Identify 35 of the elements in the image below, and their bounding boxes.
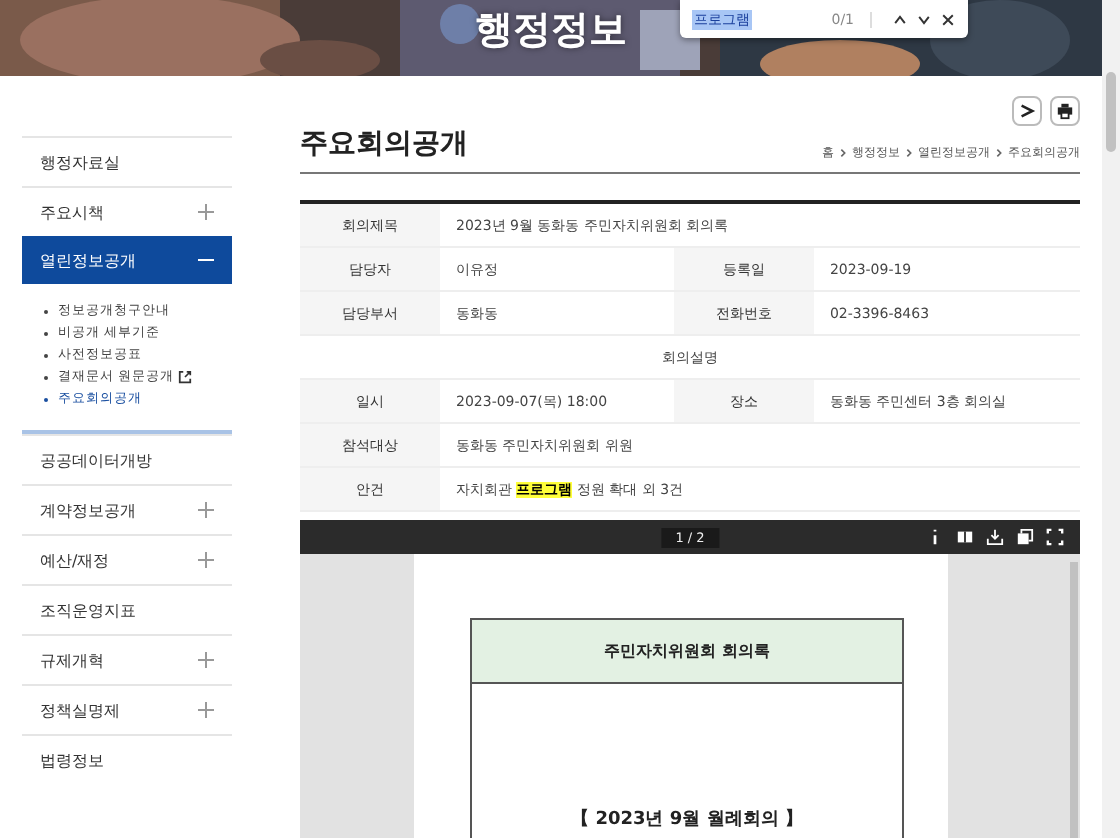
plus-icon xyxy=(198,502,214,518)
book-icon[interactable] xyxy=(956,528,974,546)
plus-icon xyxy=(198,552,214,568)
copy-icon[interactable] xyxy=(1016,528,1034,546)
plus-icon xyxy=(198,204,214,220)
share-button[interactable] xyxy=(1012,96,1042,126)
sidebar-item[interactable]: 행정자료실 xyxy=(22,136,232,186)
chevron-down-icon[interactable] xyxy=(916,11,932,27)
share-icon xyxy=(1018,102,1036,120)
sidebar-item[interactable]: 규제개혁 xyxy=(22,634,232,684)
fullscreen-icon[interactable] xyxy=(1046,528,1064,546)
scrollbar[interactable] xyxy=(1070,562,1078,838)
sidebar-item[interactable]: 공공데이터개방 xyxy=(22,434,232,484)
external-link-icon xyxy=(178,370,193,384)
download-icon[interactable] xyxy=(986,528,1004,546)
meeting-title: 【 2023년 9월 월례회의 】 xyxy=(569,806,805,832)
scrollbar[interactable] xyxy=(1102,0,1120,838)
document-heading: 주민자치위원회 회의록 xyxy=(472,620,902,684)
print-icon xyxy=(1056,102,1074,120)
sidebar-item[interactable]: 열린정보공개 xyxy=(22,236,232,284)
sidebar-item[interactable]: 계약정보공개 xyxy=(22,484,232,534)
chevron-right-icon xyxy=(994,148,1004,158)
print-button[interactable] xyxy=(1050,96,1080,126)
sidebar-item[interactable]: 조직운영지표 xyxy=(22,584,232,634)
sidebar-item[interactable]: 예산/재정 xyxy=(22,534,232,584)
page-title: 주요회의공개 xyxy=(300,126,468,162)
sidebar-item[interactable]: 정책실명제 xyxy=(22,684,232,734)
chevron-right-icon xyxy=(838,148,848,158)
banner-title: 행정정보 xyxy=(475,6,627,56)
plus-icon xyxy=(198,652,214,668)
chevron-up-icon[interactable] xyxy=(892,11,908,27)
chevron-right-icon xyxy=(904,148,914,158)
plus-icon xyxy=(198,702,214,718)
sidebar-item[interactable]: 법령정보 xyxy=(22,734,232,784)
close-icon[interactable] xyxy=(940,11,956,27)
